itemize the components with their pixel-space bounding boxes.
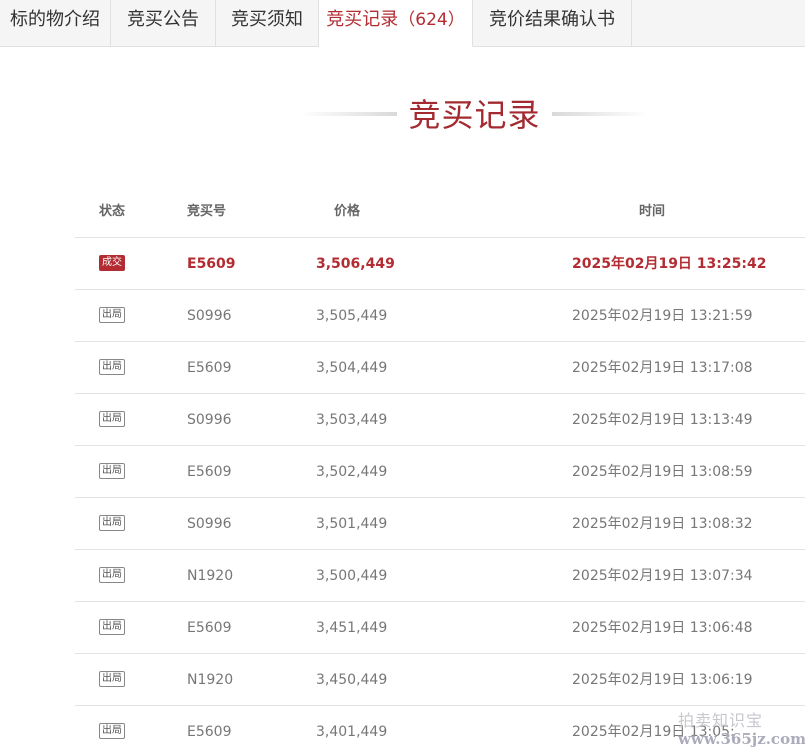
- tab-notice[interactable]: 竞买须知: [216, 0, 319, 46]
- bid-time: 2025年02月19日 13:13:49: [572, 412, 753, 428]
- watermark: 拍卖知识宝 www.365jz.com: [678, 711, 805, 752]
- tab-count: （624）: [398, 10, 465, 30]
- bid-price: 3,502,449: [316, 464, 388, 480]
- bid-time: 2025年02月19日 13:08:32: [572, 516, 753, 532]
- bid-price: 3,505,449: [316, 308, 388, 324]
- tab-label: 竞买记录: [326, 9, 399, 30]
- tab-bid-records[interactable]: 竞买记录（624）: [319, 0, 473, 47]
- bid-record-table: 状态 竞买号 价格 时间 成交 E5609 3,506,449 2025年02月…: [75, 186, 805, 754]
- bid-price: 3,501,449: [316, 516, 388, 532]
- table-header: 状态 竞买号 价格 时间: [75, 186, 805, 238]
- status-badge-out: 出局: [99, 671, 125, 687]
- bid-time: 2025年02月19日 13:06:48: [572, 620, 753, 636]
- bid-number: N1920: [187, 568, 234, 584]
- bid-number: E5609: [187, 256, 236, 272]
- title-divider-right: [552, 112, 649, 116]
- tab-result-confirmation[interactable]: 竞价结果确认书: [473, 0, 632, 46]
- table-row: 出局 E5609 3,451,449 2025年02月19日 13:06:48: [75, 602, 805, 654]
- bid-number: S0996: [187, 516, 232, 532]
- bid-time: 2025年02月19日 13:25:42: [572, 256, 767, 272]
- table-row: 出局 S0996 3,501,449 2025年02月19日 13:08:32: [75, 498, 805, 550]
- watermark-url: www.365jz.com: [678, 730, 805, 748]
- bid-price: 3,450,449: [316, 672, 388, 688]
- table-row: 出局 N1920 3,500,449 2025年02月19日 13:07:34: [75, 550, 805, 602]
- bid-time: 2025年02月19日 13:17:08: [572, 360, 753, 376]
- status-badge-out: 出局: [99, 723, 125, 739]
- status-badge-out: 出局: [99, 567, 125, 583]
- table-row: 出局 N1920 3,450,449 2025年02月19日 13:06:19: [75, 654, 805, 706]
- tab-bar: 标的物介绍 竞买公告 竞买须知 竞买记录（624） 竞价结果确认书: [0, 0, 805, 47]
- bid-time: 2025年02月19日 13:08:59: [572, 464, 753, 480]
- header-time: 时间: [639, 204, 666, 219]
- bid-number: S0996: [187, 412, 232, 428]
- section-title: 竞买记录: [0, 88, 805, 138]
- bid-price: 3,504,449: [316, 360, 388, 376]
- bid-price: 3,451,449: [316, 620, 388, 636]
- bid-number: E5609: [187, 620, 232, 636]
- table-row: 出局 S0996 3,505,449 2025年02月19日 13:21:59: [75, 290, 805, 342]
- title-divider-left: [300, 112, 397, 116]
- table-row: 出局 E5609 3,504,449 2025年02月19日 13:17:08: [75, 342, 805, 394]
- table-row: 出局 E5609 3,502,449 2025年02月19日 13:08:59: [75, 446, 805, 498]
- bid-price: 3,503,449: [316, 412, 388, 428]
- watermark-text: 拍卖知识宝: [678, 711, 764, 730]
- status-badge-out: 出局: [99, 515, 125, 531]
- bid-price: 3,500,449: [316, 568, 388, 584]
- tab-label: 竞价结果确认书: [489, 9, 615, 30]
- bid-time: 2025年02月19日 13:06:19: [572, 672, 753, 688]
- table-row: 出局 S0996 3,503,449 2025年02月19日 13:13:49: [75, 394, 805, 446]
- tab-label: 标的物介绍: [10, 9, 100, 30]
- status-badge-out: 出局: [99, 307, 125, 323]
- bid-price: 3,401,449: [316, 724, 388, 740]
- status-badge-out: 出局: [99, 619, 125, 635]
- bid-number: N1920: [187, 672, 234, 688]
- page-title: 竞买记录: [408, 96, 541, 134]
- tab-item-intro[interactable]: 标的物介绍: [0, 0, 111, 46]
- bid-price: 3,506,449: [316, 256, 395, 272]
- header-price: 价格: [334, 204, 361, 219]
- bid-number: E5609: [187, 724, 232, 740]
- table-row: 成交 E5609 3,506,449 2025年02月19日 13:25:42: [75, 238, 805, 290]
- tab-label: 竞买须知: [231, 9, 303, 30]
- bid-number: E5609: [187, 464, 232, 480]
- status-badge-out: 出局: [99, 359, 125, 375]
- status-badge-out: 出局: [99, 463, 125, 479]
- header-bid-no: 竞买号: [187, 204, 227, 219]
- bid-number: E5609: [187, 360, 232, 376]
- tab-announcement[interactable]: 竞买公告: [111, 0, 216, 46]
- bid-time: 2025年02月19日 13:07:34: [572, 568, 753, 584]
- status-badge-deal: 成交: [99, 255, 125, 271]
- status-badge-out: 出局: [99, 411, 125, 427]
- bid-time: 2025年02月19日 13:21:59: [572, 308, 753, 324]
- bid-number: S0996: [187, 308, 232, 324]
- header-status: 状态: [99, 204, 126, 219]
- tab-label: 竞买公告: [127, 9, 199, 30]
